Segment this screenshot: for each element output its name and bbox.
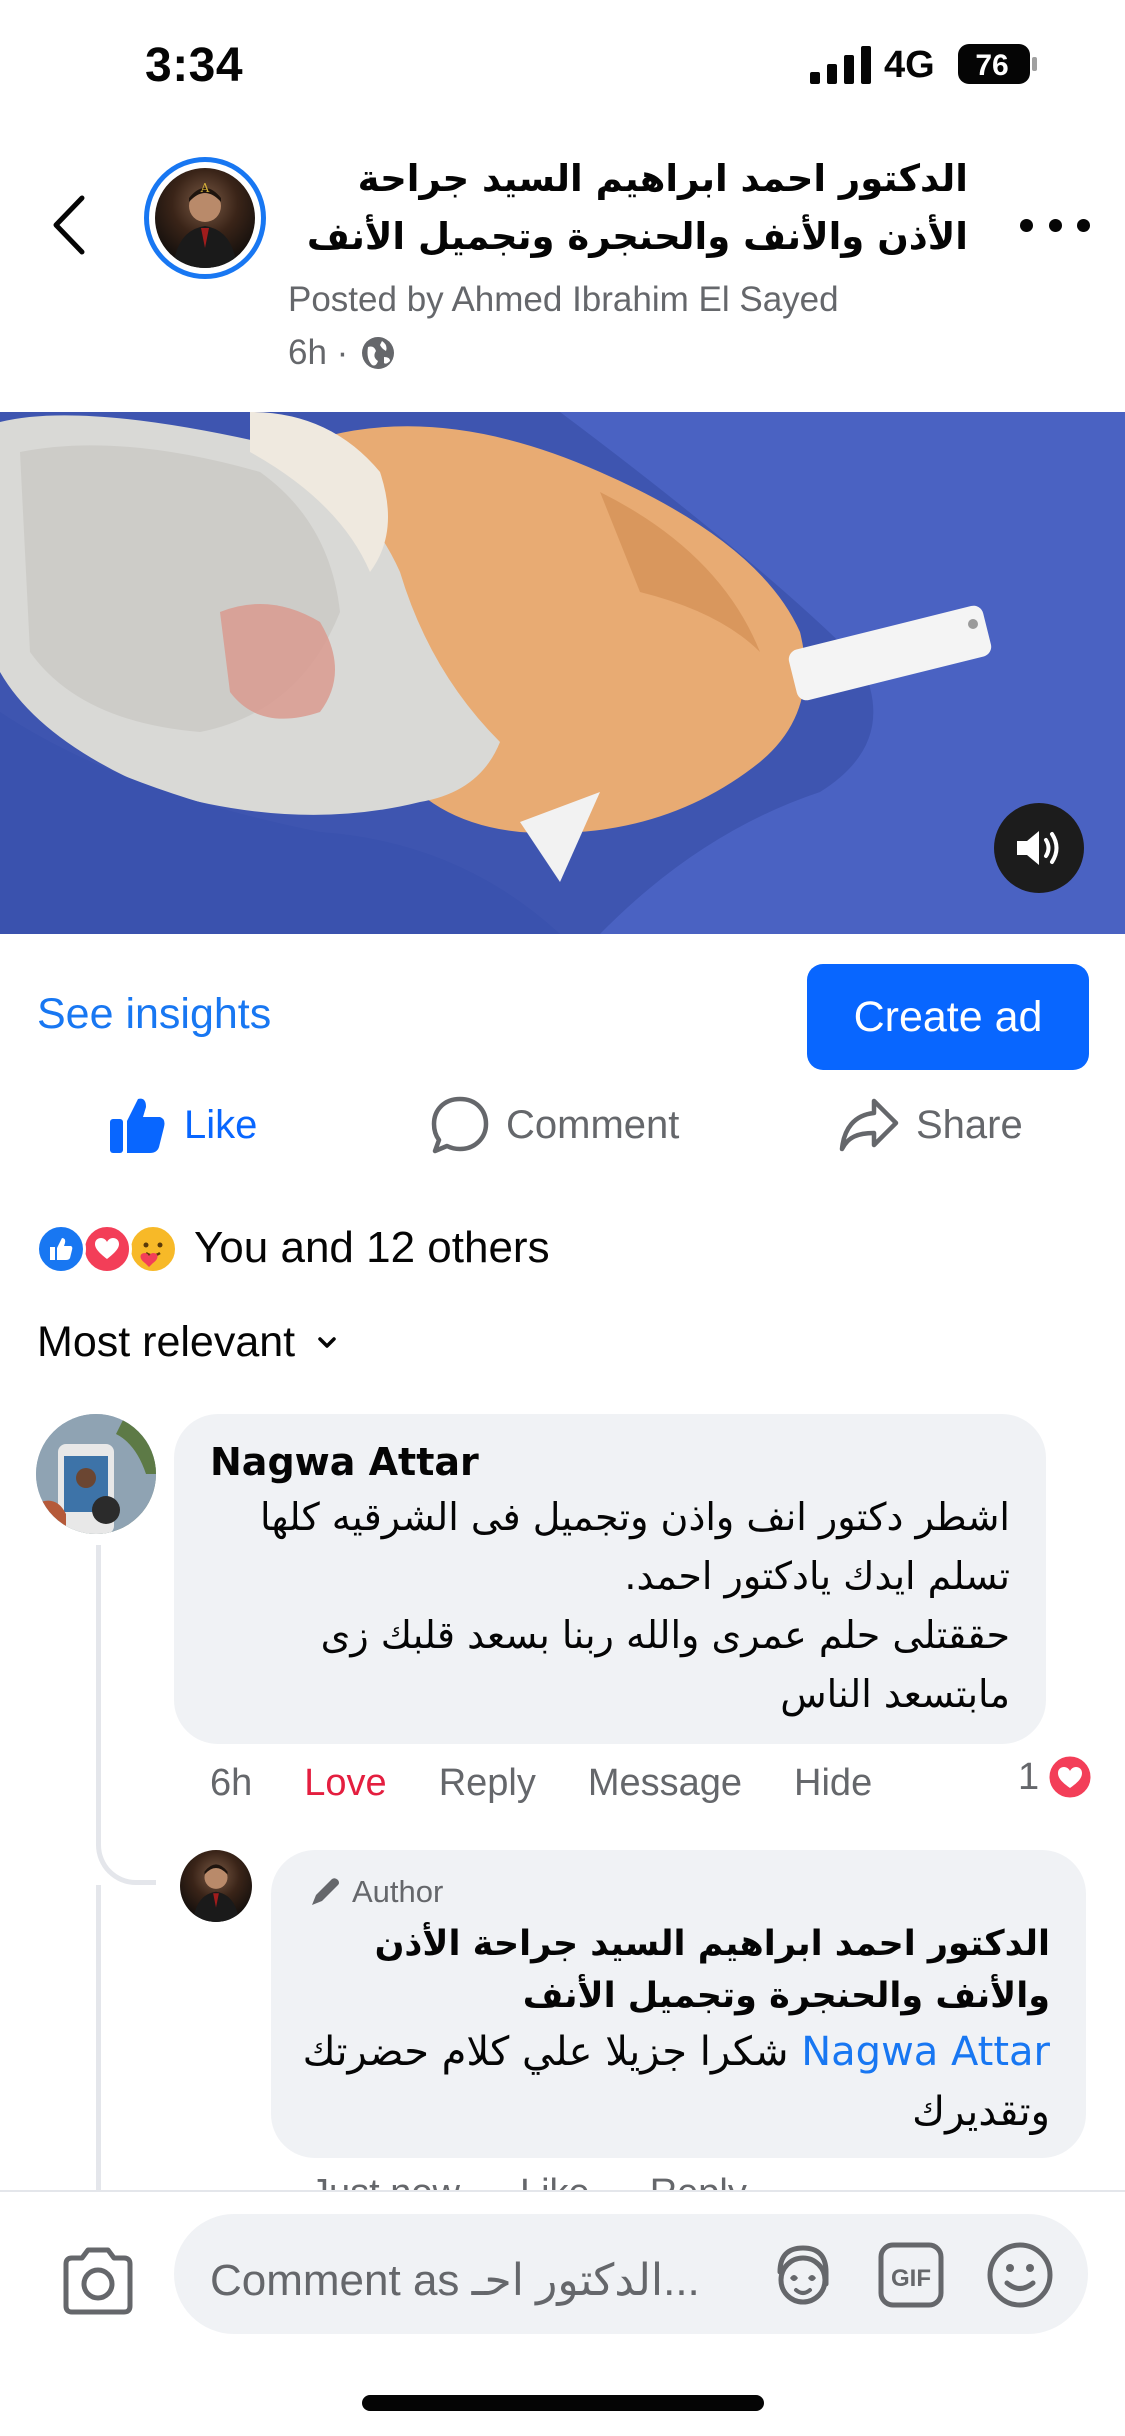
share-icon — [839, 1098, 899, 1152]
post-time: 6h · — [288, 333, 396, 373]
commenter-avatar[interactable] — [36, 1414, 156, 1534]
comment-icon — [431, 1096, 489, 1154]
reply-text: Nagwa Attar شكرا جزيلا علي كلام حضرتك وت… — [300, 2022, 1050, 2142]
network-type: 4G — [884, 44, 935, 86]
comment-text: اشطر دكتور انف واذن وتجميل فى الشرقيه كل… — [259, 1495, 1010, 1716]
reply-thread-line — [96, 1545, 156, 1885]
pen-icon — [312, 1878, 339, 1905]
post-actions-bar: Like Comment Share — [0, 1085, 1125, 1165]
reactions-summary[interactable]: You and 12 others — [36, 1220, 550, 1276]
page-avatar[interactable]: A — [144, 157, 266, 279]
author-badge-label: Author — [352, 1874, 444, 1909]
like-button[interactable]: Like — [108, 1085, 257, 1165]
comment-time: 6h — [210, 1761, 253, 1804]
back-button[interactable] — [40, 185, 100, 265]
battery-icon: 76 — [958, 44, 1037, 84]
comment-label: Comment — [506, 1102, 680, 1147]
more-options-button[interactable] — [1020, 210, 1090, 240]
dot — [1077, 218, 1090, 232]
comment-reply-button[interactable]: Reply — [439, 1762, 536, 1805]
page-avatar-image: A — [155, 168, 255, 268]
love-reaction-icon — [82, 1224, 132, 1274]
comment-button[interactable]: Comment — [430, 1085, 679, 1165]
love-reaction-icon — [1046, 1753, 1094, 1801]
like-label: Like — [184, 1102, 258, 1147]
comment-hide-button[interactable]: Hide — [794, 1762, 872, 1805]
chevron-down-icon — [318, 1336, 336, 1348]
status-bar: 3:34 4G 76 — [0, 0, 1125, 130]
thumbs-up-icon — [110, 1098, 165, 1153]
reaction-icons — [36, 1220, 186, 1276]
mute-button[interactable] — [994, 803, 1084, 893]
cellular-signal-icon — [810, 46, 871, 84]
page-name[interactable]: الدكتور احمد ابراهيم السيد جراحة الأذن و… — [288, 150, 968, 266]
dot — [1020, 218, 1033, 232]
sort-label: Most relevant — [37, 1318, 296, 1366]
svg-text:GIF: GIF — [891, 2265, 931, 2292]
share-label: Share — [916, 1102, 1023, 1147]
post-video[interactable] — [0, 412, 1125, 934]
globe-icon — [362, 337, 395, 369]
comment-author[interactable]: Nagwa Attar — [210, 1440, 479, 1484]
thread-line — [96, 1885, 101, 2195]
reply-author[interactable]: الدكتور احمد ابراهيم السيد جراحة الأذن و… — [300, 1918, 1050, 2022]
like-reaction-icon — [36, 1224, 86, 1274]
author-badge: Author — [308, 1874, 443, 1910]
dot — [1048, 218, 1062, 232]
comment-message-button[interactable]: Message — [588, 1762, 742, 1805]
home-indicator[interactable] — [362, 2395, 764, 2411]
avatar-sticker-icon[interactable] — [768, 2240, 838, 2310]
see-insights-link[interactable]: See insights — [37, 990, 271, 1039]
share-button[interactable]: Share — [838, 1085, 1023, 1165]
emoji-icon[interactable] — [985, 2240, 1055, 2310]
comment-reaction-count[interactable]: 1 — [1018, 1752, 1095, 1802]
gif-icon[interactable]: GIF — [878, 2242, 944, 2308]
status-time: 3:34 — [145, 39, 244, 92]
posted-by: Posted by Ahmed Ibrahim El Sayed — [288, 280, 839, 319]
camera-icon[interactable] — [60, 2246, 136, 2316]
comment-love-button[interactable]: Love — [304, 1762, 386, 1805]
svg-text:A: A — [200, 181, 210, 195]
chevron-left-icon — [53, 195, 85, 255]
comment-reaction-number: 1 — [1018, 1755, 1040, 1798]
author-reply-avatar[interactable] — [180, 1850, 252, 1922]
reaction-summary-text: You and 12 others — [194, 1223, 550, 1272]
post-header: A الدكتور احمد ابراهيم السيد جراحة الأذن… — [0, 130, 1125, 412]
comment-meta: 6h Love Reply Message Hide — [210, 1758, 924, 1808]
comment-input-placeholder: Comment as الدكتور احـ... — [210, 2256, 700, 2305]
speaker-icon — [1017, 831, 1059, 865]
mention-link[interactable]: Nagwa Attar — [801, 2029, 1050, 2075]
battery-level: 76 — [975, 49, 1008, 82]
care-reaction-icon — [128, 1224, 178, 1274]
create-ad-button[interactable]: Create ad — [807, 964, 1089, 1070]
video-frame — [0, 412, 1125, 934]
post-timestamp: 6h · — [288, 333, 349, 372]
comment-sort-dropdown[interactable]: Most relevant — [37, 1318, 337, 1367]
